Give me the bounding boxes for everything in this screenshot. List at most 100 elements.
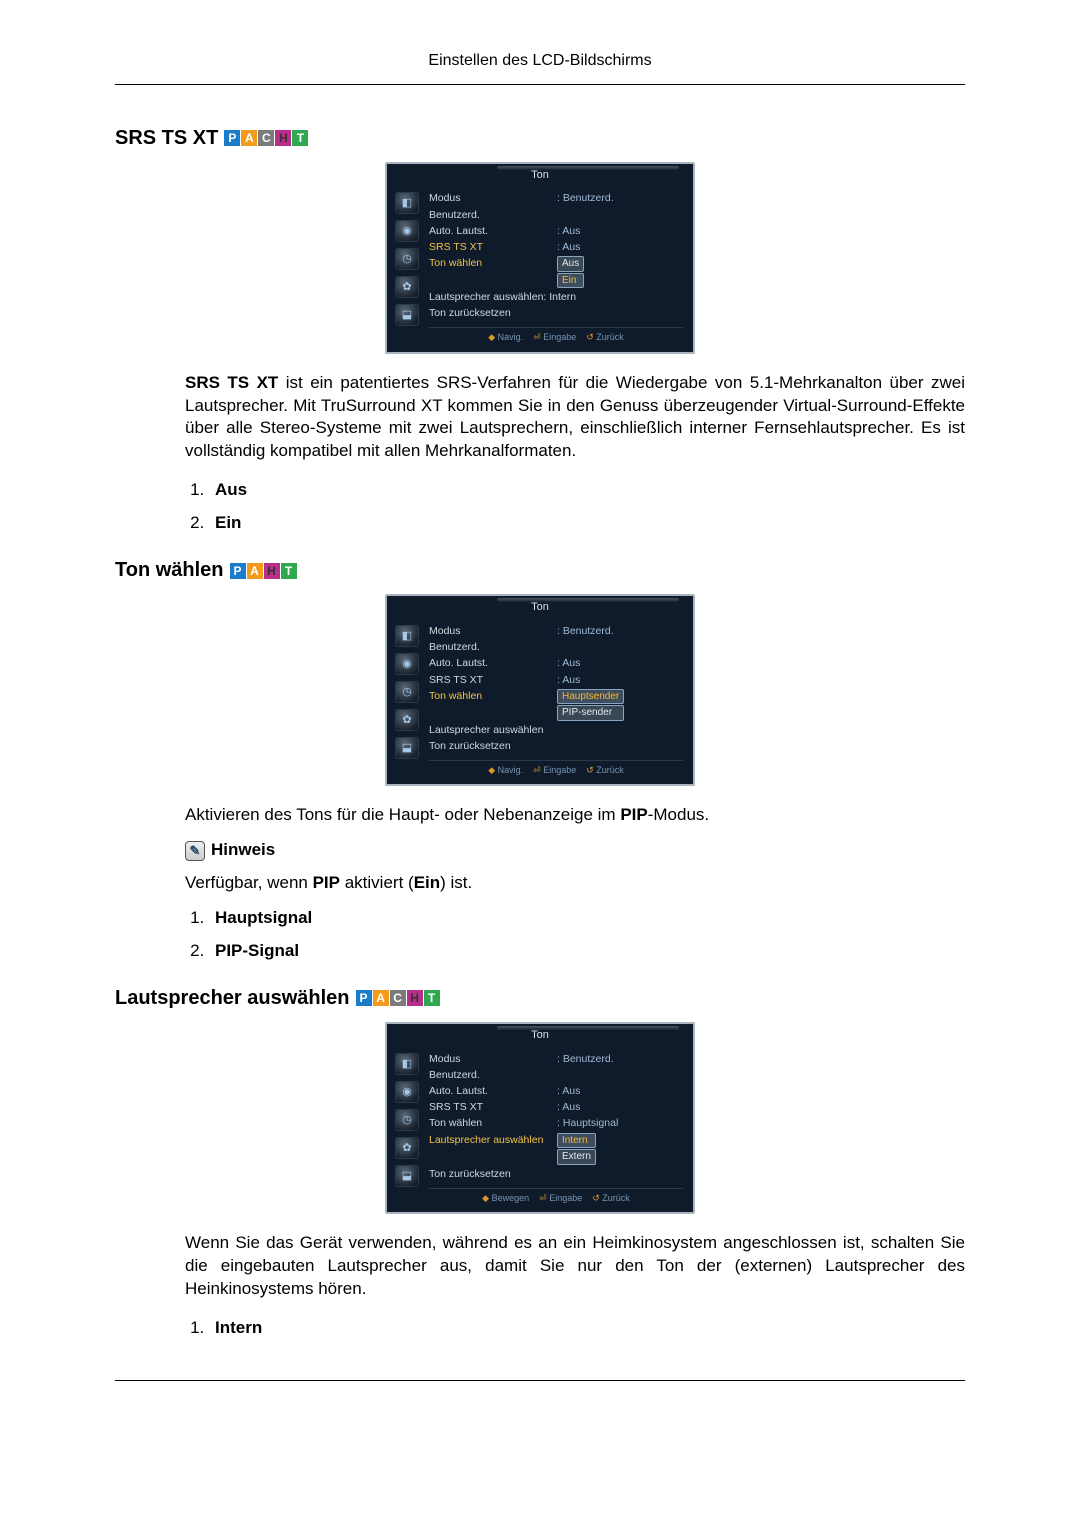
badge-h: H <box>407 990 423 1006</box>
pacht-badges: P A H T <box>230 563 297 579</box>
pacht-badges: P A C H T <box>356 990 440 1006</box>
osd-row-value: : Hauptsignal <box>557 1116 618 1130</box>
osd-menu: Modus : Benutzerd. Benutzerd. Auto. Lauts… <box>427 1049 693 1210</box>
osd-row-label: Lautsprecher auswählen <box>429 723 549 737</box>
input-icon: ⬓ <box>395 304 419 326</box>
osd-option: Aus <box>557 256 584 272</box>
osd-row-label: Modus <box>429 624 549 638</box>
osd-row-value: : Aus <box>557 673 580 687</box>
osd-row-value: : Benutzerd. <box>557 1052 614 1066</box>
osd-footer-enter: Eingabe <box>543 765 576 775</box>
osd-row-label: Modus <box>429 191 549 205</box>
osd-row-label: Auto. Lautst. <box>429 656 549 670</box>
osd-row-label: SRS TS XT <box>429 240 549 254</box>
osd-option-selected: Intern <box>557 1133 596 1149</box>
osd-footer-back: Zurück <box>602 1193 630 1203</box>
osd-footer-enter: Eingabe <box>549 1193 582 1203</box>
osd-row-label: Benutzerd. <box>429 1068 549 1082</box>
osd-row-label: SRS TS XT <box>429 673 549 687</box>
section-body: Aktivieren des Tons für die Haupt- oder … <box>185 804 965 827</box>
osd-icon-column: ◧ ◉ ◷ ✿ ⬓ <box>387 188 427 349</box>
list-item: Intern <box>209 1317 965 1340</box>
osd-row-value: : Benutzerd. <box>557 191 614 205</box>
osd-footer: ◆ Navig. ⏎ Eingabe ↺ Zurück <box>429 760 683 778</box>
osd-row-label: Ton wählen <box>429 689 549 721</box>
badge-c: C <box>258 130 274 146</box>
osd-option-selected: Hauptsender <box>557 689 624 705</box>
section-lautsprecher-auswaehlen: Lautsprecher auswählen P A C H T Ton ◧ ◉… <box>115 985 965 1340</box>
section-ton-waehlen: Ton wählen P A H T Ton ◧ ◉ ◷ ✿ ⬓ Modus: … <box>115 557 965 963</box>
osd-row-label: Auto. Lautst. <box>429 224 549 238</box>
osd-footer-back: Zurück <box>596 332 624 342</box>
list-item: Hauptsignal <box>209 907 965 930</box>
osd-footer: ◆ Bewegen ⏎ Eingabe ↺ Zurück <box>429 1188 683 1206</box>
badge-t: T <box>424 990 440 1006</box>
badge-h: H <box>275 130 291 146</box>
sound-icon: ◉ <box>395 653 419 675</box>
enum-list: Aus Ein <box>209 479 965 535</box>
section-title: SRS TS XT P A C H T <box>115 125 965 152</box>
badge-p: P <box>356 990 372 1006</box>
osd-icon-column: ◧ ◉ ◷ ✿ ⬓ <box>387 621 427 782</box>
osd-row-label: SRS TS XT <box>429 1100 549 1114</box>
osd-footer-move: Bewegen <box>492 1193 530 1203</box>
osd-icon-column: ◧ ◉ ◷ ✿ ⬓ <box>387 1049 427 1210</box>
sound-icon: ◉ <box>395 1081 419 1103</box>
clock-icon: ◷ <box>395 1109 419 1131</box>
osd-row-label: Benutzerd. <box>429 640 549 654</box>
picture-icon: ◧ <box>395 1053 419 1075</box>
clock-icon: ◷ <box>395 248 419 270</box>
osd-row-label: Benutzerd. <box>429 208 549 222</box>
list-item: Ein <box>209 512 965 535</box>
osd-footer-nav: Navig. <box>498 765 524 775</box>
osd-row-value: : Aus <box>557 240 580 254</box>
note-label: Hinweis <box>211 839 275 862</box>
note-icon: ✎ <box>185 841 205 861</box>
osd-row-label: Lautsprecher auswählen: Intern <box>429 290 576 304</box>
osd-menu: Modus : Benutzerd. Benutzerd. Auto. Lauts… <box>427 621 693 782</box>
osd-title: Ton <box>387 164 693 189</box>
enum-list: Hauptsignal PIP-Signal <box>209 907 965 963</box>
osd-footer-back: Zurück <box>596 765 624 775</box>
osd-menu: Modus : Benutzerd. Benutzerd. Auto. Lauts… <box>427 188 693 349</box>
osd-footer: ◆ Navig. ⏎ Eingabe ↺ Zurück <box>429 327 683 345</box>
note-line: ✎ Hinweis <box>185 839 965 862</box>
badge-p: P <box>230 563 246 579</box>
osd-footer-enter: Eingabe <box>543 332 576 342</box>
osd-row-value: : Aus <box>557 656 580 670</box>
osd-option-selected: Ein <box>557 273 584 289</box>
osd-row-label: Modus <box>429 1052 549 1066</box>
osd-row-value: : Aus <box>557 1084 580 1098</box>
badge-a: A <box>241 130 257 146</box>
osd-row-value: : Benutzerd. <box>557 624 614 638</box>
osd-row-value: : Aus <box>557 224 580 238</box>
section-title-text: Lautsprecher auswählen <box>115 985 350 1012</box>
section-title-text: SRS TS XT <box>115 125 218 152</box>
input-icon: ⬓ <box>395 1165 419 1187</box>
settings-icon: ✿ <box>395 276 419 298</box>
picture-icon: ◧ <box>395 625 419 647</box>
page-header: Einstellen des LCD-Bildschirms <box>115 50 965 85</box>
osd-row-label: Ton zurücksetzen <box>429 306 549 320</box>
section-title-text: Ton wählen <box>115 557 224 584</box>
section-srs-ts-xt: SRS TS XT P A C H T Ton ◧ ◉ ◷ ✿ ⬓ Modus:… <box>115 125 965 536</box>
section-title: Ton wählen P A H T <box>115 557 965 584</box>
osd-row-label: Auto. Lautst. <box>429 1084 549 1098</box>
section-body: Wenn Sie das Gerät verwenden, während es… <box>185 1232 965 1301</box>
badge-t: T <box>281 563 297 579</box>
sound-icon: ◉ <box>395 220 419 242</box>
section-title: Lautsprecher auswählen P A C H T <box>115 985 965 1012</box>
osd-option: PIP-sender <box>557 705 624 721</box>
enum-list: Intern <box>209 1317 965 1340</box>
list-item: Aus <box>209 479 965 502</box>
osd-footer-nav: Navig. <box>498 332 524 342</box>
badge-a: A <box>247 563 263 579</box>
badge-p: P <box>224 130 240 146</box>
badge-h: H <box>264 563 280 579</box>
osd-row-value: : Aus <box>557 1100 580 1114</box>
settings-icon: ✿ <box>395 709 419 731</box>
badge-c: C <box>390 990 406 1006</box>
clock-icon: ◷ <box>395 681 419 703</box>
settings-icon: ✿ <box>395 1137 419 1159</box>
footer-rule <box>115 1380 965 1381</box>
